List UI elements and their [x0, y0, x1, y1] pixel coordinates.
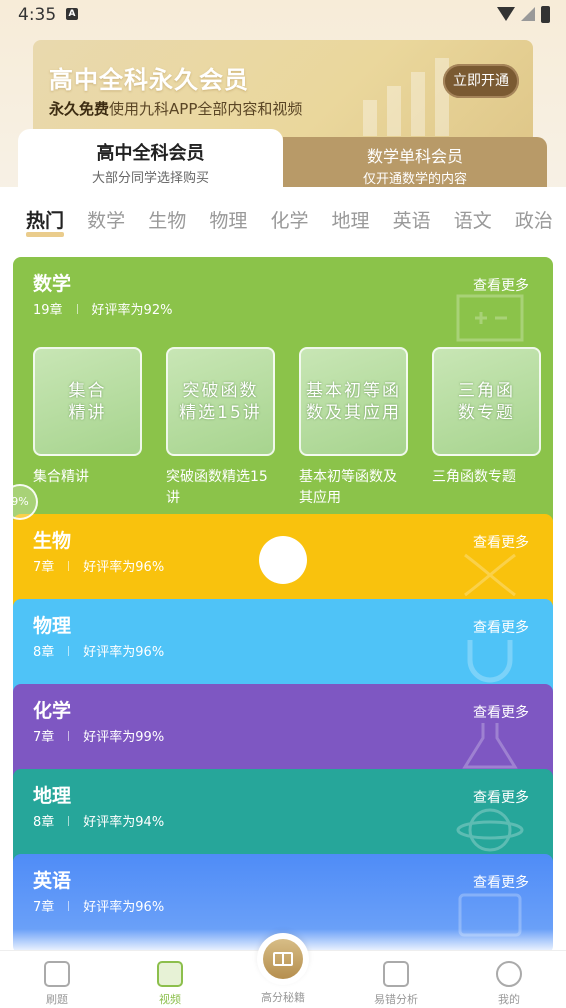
card-title: 数学	[33, 273, 72, 295]
lesson-thumbnail: 基本初等函 数及其应用	[299, 347, 408, 456]
nav-practice[interactable]: 刷题	[17, 951, 97, 1007]
nav-video[interactable]: 视频	[130, 951, 210, 1007]
tab-english[interactable]: 英语	[393, 206, 431, 233]
nav-secrets-button[interactable]	[257, 933, 309, 985]
card-title: 地理	[33, 785, 72, 807]
magnet-icon	[467, 640, 513, 683]
lesson-thumbnails: 集合 精讲 集合精讲 突破函数 精选15讲 突破函数精选15讲 基本初等函 数及其应用…	[33, 347, 541, 509]
card-meta: 7章 好评率为96%	[33, 556, 164, 575]
math-board-icon	[456, 294, 524, 342]
see-more-link[interactable]: 查看更多	[473, 787, 529, 807]
subscribe-button[interactable]: 立即开通	[443, 64, 519, 98]
nav-secrets[interactable]: 高分秘籍	[243, 989, 323, 1005]
tab-biology[interactable]: 生物	[148, 206, 186, 233]
nav-label: 我的	[498, 993, 520, 1006]
card-meta: 7章 好评率为99%	[33, 726, 164, 745]
see-more-link[interactable]: 查看更多	[473, 872, 529, 892]
signal-icon	[521, 7, 535, 21]
nav-profile[interactable]: 我的	[469, 951, 549, 1007]
chapter-count: 7章	[33, 730, 55, 745]
rating: 好评率为96%	[83, 900, 165, 915]
tab-math-membership-subtitle: 仅开通数学的内容	[362, 172, 467, 187]
nav-label: 易错分析	[374, 993, 418, 1006]
see-more-link[interactable]: 查看更多	[473, 275, 529, 295]
chapter-count: 7章	[33, 560, 55, 575]
tab-chemistry[interactable]: 化学	[270, 206, 308, 233]
card-meta: 8章 好评率为96%	[33, 641, 164, 660]
tab-hot[interactable]: 热门	[26, 206, 65, 237]
lesson-thumbnail: 突破函数 精选15讲	[166, 347, 275, 456]
chapter-count: 19章	[33, 303, 63, 318]
lesson-label: 三角函数专题	[432, 469, 516, 485]
notification-icon: A	[66, 8, 78, 20]
lesson-label: 集合精讲	[33, 469, 89, 485]
flask-icon	[462, 723, 518, 769]
see-more-link[interactable]: 查看更多	[473, 617, 529, 637]
status-bar: 4:35 A	[0, 0, 566, 30]
book-icon	[263, 939, 303, 979]
see-more-link[interactable]: 查看更多	[473, 702, 529, 722]
vip-subtitle: 永久免费使用九科APP全部内容和视频	[49, 98, 302, 119]
nav-label: 刷题	[46, 993, 68, 1006]
lesson-item[interactable]: 三角函 数专题 三角函数专题	[432, 347, 541, 509]
floating-touch-button[interactable]	[259, 536, 307, 584]
chapter-count: 7章	[33, 900, 55, 915]
card-meta: 19章 好评率为92%	[33, 299, 172, 318]
vip-title: 高中全科永久会员	[49, 66, 249, 94]
tab-chinese[interactable]: 语文	[454, 206, 492, 233]
globe-icon	[456, 808, 524, 852]
lesson-item[interactable]: 突破函数 精选15讲 突破函数精选15讲	[166, 347, 275, 509]
bottom-navigation: 刷题 视频 高分秘籍 易错分析 我的	[0, 933, 566, 1008]
wifi-icon	[497, 7, 515, 21]
lesson-label: 基本初等函数及其应用	[299, 469, 397, 506]
printer-icon	[44, 961, 70, 987]
profile-icon	[496, 961, 522, 987]
vip-subtitle-rest: 使用九科APP全部内容和视频	[109, 100, 303, 118]
tab-all-subjects-title: 高中全科会员	[96, 143, 205, 164]
status-icons	[497, 5, 550, 23]
abc-board-icon	[458, 893, 522, 937]
subject-card-math[interactable]: 数学 19章 好评率为92% 查看更多 集合 精讲 集合精讲 突破函数 精选15讲 突…	[13, 257, 553, 527]
tab-all-subjects-membership[interactable]: 高中全科会员 大部分同学选择购买	[18, 129, 283, 189]
rating: 好评率为96%	[83, 560, 165, 575]
chapter-count: 8章	[33, 815, 55, 830]
tab-math-membership-title: 数学单科会员	[366, 147, 463, 166]
lesson-label: 突破函数精选15讲	[166, 469, 268, 506]
nav-label: 视频	[159, 993, 181, 1006]
tab-physics[interactable]: 物理	[209, 206, 247, 233]
card-title: 英语	[33, 870, 72, 892]
rating: 好评率为92%	[91, 303, 173, 318]
progress-badge[interactable]: 9%	[2, 484, 38, 520]
lesson-item[interactable]: 基本初等函 数及其应用 基本初等函数及其应用	[299, 347, 408, 509]
tab-politics[interactable]: 政治	[515, 206, 553, 233]
see-more-link[interactable]: 查看更多	[473, 532, 529, 552]
dna-icon	[464, 553, 516, 597]
vip-subtitle-bold: 永久免费	[49, 100, 110, 118]
nav-mistakes[interactable]: 易错分析	[356, 951, 436, 1007]
status-time: 4:35	[18, 5, 57, 25]
rating: 好评率为99%	[83, 730, 165, 745]
tab-all-subjects-subtitle: 大部分同学选择购买	[91, 171, 209, 186]
tab-geography[interactable]: 地理	[332, 206, 370, 233]
subject-tabs: 热门 数学 生物 物理 化学 地理 英语 语文 政治 历史	[26, 206, 566, 240]
card-title: 物理	[33, 615, 72, 637]
card-meta: 7章 好评率为96%	[33, 896, 164, 915]
nav-label: 高分秘籍	[261, 991, 305, 1004]
lesson-item[interactable]: 集合 精讲 集合精讲	[33, 347, 142, 509]
chart-icon	[383, 961, 409, 987]
lesson-thumbnail: 集合 精讲	[33, 347, 142, 456]
card-meta: 8章 好评率为94%	[33, 811, 164, 830]
card-title: 化学	[33, 700, 72, 722]
chapter-count: 8章	[33, 645, 55, 660]
tab-math[interactable]: 数学	[87, 206, 125, 233]
video-icon	[157, 961, 183, 987]
card-title: 生物	[33, 530, 72, 552]
battery-icon	[541, 5, 550, 23]
tab-math-membership[interactable]: 数学单科会员 仅开通数学的内容	[283, 137, 547, 187]
rating: 好评率为94%	[83, 815, 165, 830]
rating: 好评率为96%	[83, 645, 165, 660]
lesson-thumbnail: 三角函 数专题	[432, 347, 541, 456]
